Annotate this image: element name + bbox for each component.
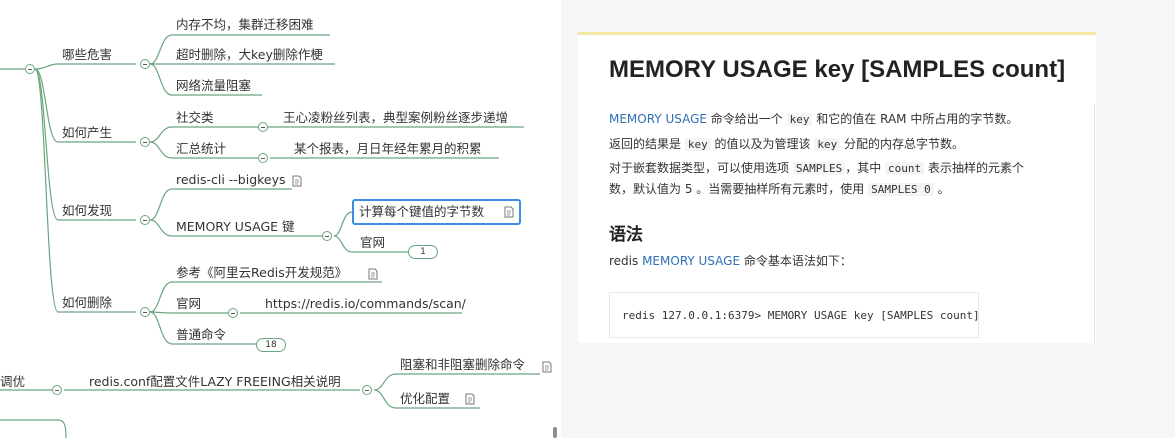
node-find-cli[interactable]: redis-cli --bigkeys xyxy=(176,172,286,188)
text: 命令基本语法如下： xyxy=(740,254,852,268)
node-cause-stats-detail[interactable]: 某个报表，月日年经年累月的积累 xyxy=(294,141,482,157)
scrollbar-thumb[interactable] xyxy=(553,427,557,438)
text: redis xyxy=(609,254,643,268)
node-harm-network[interactable]: 网络流量阻塞 xyxy=(176,78,251,94)
mindmap-canvas[interactable]: 哪些危害 内存不均，集群迁移困难 超时删除，大key删除作梗 网络流量阻塞 如何… xyxy=(0,0,556,438)
node-delete[interactable]: 如何删除 xyxy=(62,295,112,311)
note-icon[interactable] xyxy=(542,361,552,373)
note-icon[interactable] xyxy=(465,393,475,405)
note-icon[interactable] xyxy=(504,206,514,218)
collapse-toggle-cause[interactable] xyxy=(140,137,150,147)
node-delete-site[interactable]: 官网 xyxy=(176,296,201,312)
doc-card: MEMORY USAGE key [SAMPLES count] MEMORY … xyxy=(578,32,1096,343)
code-line: redis 127.0.0.1:6379> MEMORY USAGE key [… xyxy=(622,309,980,322)
node-cause-social[interactable]: 社交类 xyxy=(176,110,214,126)
node-find-memory-calc[interactable]: 计算每个键值的字节数 xyxy=(359,204,484,220)
inline-code: count xyxy=(885,162,925,175)
syntax-heading: 语法 xyxy=(609,225,643,245)
memory-usage-link[interactable]: MEMORY USAGE xyxy=(609,112,707,126)
collapse-toggle-delete-site[interactable] xyxy=(228,308,238,318)
text: 。 xyxy=(933,182,950,196)
node-harm[interactable]: 哪些危害 xyxy=(62,47,112,63)
collapse-toggle-tune[interactable] xyxy=(52,385,62,395)
text: 和它的值在 RAM 中所占用的字节数。 xyxy=(812,112,1019,126)
text: 表示抽样的元素个 xyxy=(924,161,1024,175)
collapse-toggle-root[interactable] xyxy=(25,64,35,74)
inline-code: SAMPLES 0 xyxy=(868,183,934,196)
link-count-badge[interactable]: 18 xyxy=(256,338,286,352)
node-cause-stats[interactable]: 汇总统计 xyxy=(176,141,226,157)
text: 命令给出一个 xyxy=(706,112,787,126)
syntax-description: redis MEMORY USAGE 命令基本语法如下： xyxy=(609,252,852,270)
node-tune-conf[interactable]: redis.conf配置文件LAZY FREEING相关说明 xyxy=(89,374,341,390)
node-delete-ref[interactable]: 参考《阿里云Redis开发规范》 xyxy=(176,265,347,281)
node-tune-optimize[interactable]: 优化配置 xyxy=(400,391,450,407)
text: ，其中 xyxy=(845,161,886,175)
link-count-badge[interactable]: 1 xyxy=(408,245,438,259)
note-icon[interactable] xyxy=(292,175,302,187)
note-icon[interactable] xyxy=(368,268,378,280)
node-harm-memory[interactable]: 内存不均，集群迁移困难 xyxy=(176,17,314,33)
inline-code: key xyxy=(786,113,813,126)
collapse-toggle-social[interactable] xyxy=(258,122,268,132)
text: 数，默认值为 5 。当需要抽样所有元素时，使用 xyxy=(609,182,869,196)
collapse-toggle-tune-conf[interactable] xyxy=(362,385,372,395)
inline-code: SAMPLES xyxy=(792,162,846,175)
collapse-toggle-find[interactable] xyxy=(140,215,150,225)
collapse-toggle-stats[interactable] xyxy=(258,153,268,163)
inline-code: key xyxy=(684,138,711,151)
code-block: redis 127.0.0.1:6379> MEMORY USAGE key [… xyxy=(609,292,980,338)
node-find[interactable]: 如何发现 xyxy=(62,203,112,219)
node-delete-site-url[interactable]: https://redis.io/commands/scan/ xyxy=(265,296,466,312)
text: 返回的结果是 xyxy=(609,137,685,151)
doc-paragraph-2: 返回的结果是 key 的值以及为管理该 key 分配的内存总字节数。 xyxy=(609,135,964,154)
collapse-toggle-memory-usage[interactable] xyxy=(322,231,332,241)
selected-node-frame[interactable]: 计算每个键值的字节数 xyxy=(352,199,521,225)
doc-card-top-bar xyxy=(578,32,1096,35)
node-cause[interactable]: 如何产生 xyxy=(62,125,112,141)
node-find-memory-site[interactable]: 官网 xyxy=(360,235,385,251)
node-cause-social-detail[interactable]: 王心凌粉丝列表，典型案例粉丝逐步递增 xyxy=(283,110,508,126)
node-delete-cmd[interactable]: 普通命令 xyxy=(176,327,226,343)
doc-card-edge xyxy=(1094,104,1095,343)
collapse-toggle-delete[interactable] xyxy=(140,307,150,317)
inline-code: key xyxy=(814,138,841,151)
node-tune[interactable]: 调优 xyxy=(0,374,25,390)
node-tune-block[interactable]: 阻塞和非阻塞删除命令 xyxy=(400,357,525,373)
text: 对于嵌套数据类型，可以使用选项 xyxy=(609,161,793,175)
doc-paragraph-4: 数，默认值为 5 。当需要抽样所有元素时，使用 SAMPLES 0 。 xyxy=(609,180,950,199)
collapse-toggle-harm[interactable] xyxy=(140,59,150,69)
doc-title: MEMORY USAGE key [SAMPLES count] xyxy=(609,56,1066,83)
text: 的值以及为管理该 xyxy=(710,137,815,151)
node-harm-timeout[interactable]: 超时删除，大key删除作梗 xyxy=(176,47,323,63)
memory-usage-link[interactable]: MEMORY USAGE xyxy=(642,254,740,268)
text: 分配的内存总字节数。 xyxy=(840,137,965,151)
doc-paragraph-3: 对于嵌套数据类型，可以使用选项 SAMPLES ，其中 count 表示抽样的元素… xyxy=(609,159,1024,178)
doc-paragraph-1: MEMORY USAGE 命令给出一个 key 和它的值在 RAM 中所占用的字… xyxy=(609,110,1018,129)
node-find-memory-usage[interactable]: MEMORY USAGE 键 xyxy=(176,219,295,235)
